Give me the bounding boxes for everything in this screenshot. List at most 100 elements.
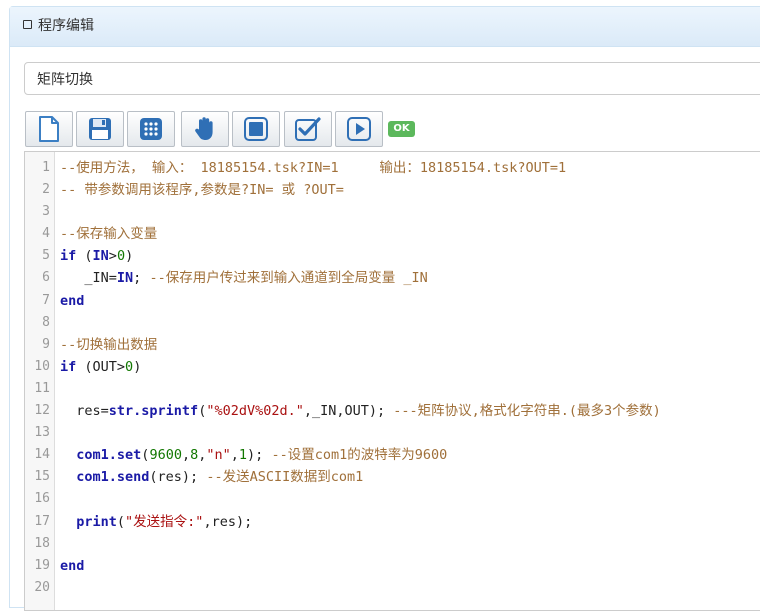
line-number: 6 [42, 270, 50, 286]
hand-button[interactable] [181, 111, 229, 147]
keypad-button[interactable] [127, 111, 175, 147]
code-line: 15 com1.send(res); --发送ASCII数据到com1 [25, 466, 760, 488]
checkbox-icon [295, 117, 321, 141]
code-token-text: (res); [149, 469, 207, 486]
code-token-text: _IN= [60, 270, 117, 287]
code-token-keyword: if [60, 358, 77, 375]
code-token-text: ,_IN,OUT); [303, 403, 394, 420]
line-number: 7 [42, 292, 50, 308]
code-token-text: ( [116, 513, 126, 530]
code-line: 14 com1.set(9600,8,"n",1); --设置com1的波特率为… [25, 444, 760, 466]
code-lines: 1 --使用方法， 输入： 18185154.tsk?IN=1 输出：181851… [25, 157, 760, 599]
code-text: com1.set(9600,8,"n",1); --设置com1的波特率为960… [60, 444, 447, 466]
code-token-comment: --发送ASCII数据到com1 [206, 469, 364, 486]
code-token-string: "%02dV%02d." [206, 403, 304, 420]
line-number: 15 [34, 469, 50, 485]
code-text: end [60, 290, 84, 312]
code-token-comment: ---矩阵协议,格式化字符串.(最多3个参数) [393, 403, 661, 420]
code-line: 19 end [25, 555, 760, 577]
code-line: 4 --保存输入变量 [25, 223, 760, 245]
save-button[interactable] [76, 111, 124, 147]
code-token-text: res= [60, 403, 109, 420]
code-line: 1 --使用方法， 输入： 18185154.tsk?IN=1 输出：181851… [25, 157, 760, 179]
code-text: --保存输入变量 [60, 223, 157, 245]
code-line: 11 [25, 378, 760, 400]
line-number: 4 [42, 226, 50, 242]
code-line: 8 [25, 312, 760, 334]
code-token-text: ); [247, 447, 272, 464]
code-editor[interactable]: 1 --使用方法， 输入： 18185154.tsk?IN=1 输出：181851… [24, 151, 760, 611]
code-token-comment: --保存用户传过来到输入通道到全局变量 _IN [149, 270, 428, 287]
line-number: 2 [42, 182, 50, 198]
code-text: _IN=IN; --保存用户传过来到输入通道到全局变量 _IN [60, 267, 428, 289]
line-number: 12 [34, 403, 50, 419]
code-text: --使用方法， 输入： 18185154.tsk?IN=1 输出：1818515… [60, 157, 566, 179]
play-icon [347, 117, 371, 141]
code-token-number: 1 [238, 447, 248, 464]
code-token-comment: --设置com1的波特率为9600 [271, 447, 448, 464]
line-number: 20 [34, 579, 50, 595]
code-token-text: ) [133, 358, 142, 375]
stop-button[interactable] [232, 111, 280, 147]
code-text: res=str.sprintf("%02dV%02d.",_IN,OUT); -… [60, 400, 661, 422]
line-number: 9 [42, 336, 50, 352]
check-button[interactable] [284, 111, 332, 147]
code-text: end [60, 555, 84, 577]
code-token-text: > [108, 248, 117, 265]
code-line: 9 --切换输出数据 [25, 334, 760, 356]
checkbox-icon[interactable] [23, 20, 32, 29]
code-text: com1.send(res); --发送ASCII数据到com1 [60, 466, 363, 488]
panel-title: 程序编辑 [38, 18, 94, 34]
code-line: 17 print("发送指令:",res); [25, 511, 760, 533]
line-number: 17 [34, 513, 50, 529]
code-token-text: ,res); [203, 513, 253, 530]
code-token-builtin: str.sprintf [108, 403, 199, 420]
code-token-builtin: com1.send [76, 469, 150, 486]
code-token-comment: --保存输入变量 [60, 226, 158, 243]
code-token-comment: --使用方法， 输入： 18185154.tsk?IN=1 输出：1818515… [60, 160, 567, 176]
code-token-builtin: com1.set [76, 447, 142, 464]
line-number: 19 [34, 557, 50, 573]
program-name-input[interactable] [24, 62, 760, 95]
code-token-comment: --切换输出数据 [60, 336, 158, 353]
code-text: print("发送指令:",res); [60, 511, 252, 533]
status-badge: OK [388, 121, 415, 137]
line-number: 5 [42, 248, 50, 264]
code-text: -- 带参数调用该程序,参数是?IN= 或 ?OUT= [60, 179, 344, 201]
line-number: 14 [34, 447, 50, 463]
code-line: 10 if (OUT>0) [25, 356, 760, 378]
panel-header: 程序编辑 [10, 7, 760, 47]
run-button[interactable] [335, 111, 383, 147]
code-token-keyword: end [60, 557, 85, 574]
code-token-keyword: end [60, 292, 85, 309]
code-text: if (IN>0) [60, 245, 133, 267]
code-line: 2 -- 带参数调用该程序,参数是?IN= 或 ?OUT= [25, 179, 760, 201]
code-token-string: "发送指令:" [125, 513, 204, 530]
line-number: 16 [34, 491, 50, 507]
code-token-builtin: print [76, 513, 117, 530]
code-token-text: , [181, 447, 191, 464]
new-file-button[interactable] [25, 111, 73, 147]
code-token-text: ( [76, 248, 93, 265]
code-line: 13 [25, 422, 760, 444]
code-token-text: , [230, 447, 239, 464]
line-number: 1 [42, 160, 50, 175]
code-token-text: (OUT> [76, 358, 126, 375]
code-line: 3 [25, 201, 760, 223]
line-number: 11 [34, 380, 50, 396]
keypad-icon [140, 118, 162, 140]
line-number: 8 [42, 314, 50, 330]
code-line: 6 _IN=IN; --保存用户传过来到输入通道到全局变量 _IN [25, 267, 760, 289]
code-token-string: "n" [206, 447, 231, 464]
code-line: 20 [25, 577, 760, 599]
stop-icon [244, 117, 268, 141]
code-line: 16 [25, 488, 760, 510]
hand-icon [195, 117, 213, 140]
code-token-number: 9600 [149, 447, 182, 464]
code-line: 18 [25, 533, 760, 555]
line-number: 3 [42, 204, 50, 220]
code-token-keyword: IN [116, 270, 134, 287]
